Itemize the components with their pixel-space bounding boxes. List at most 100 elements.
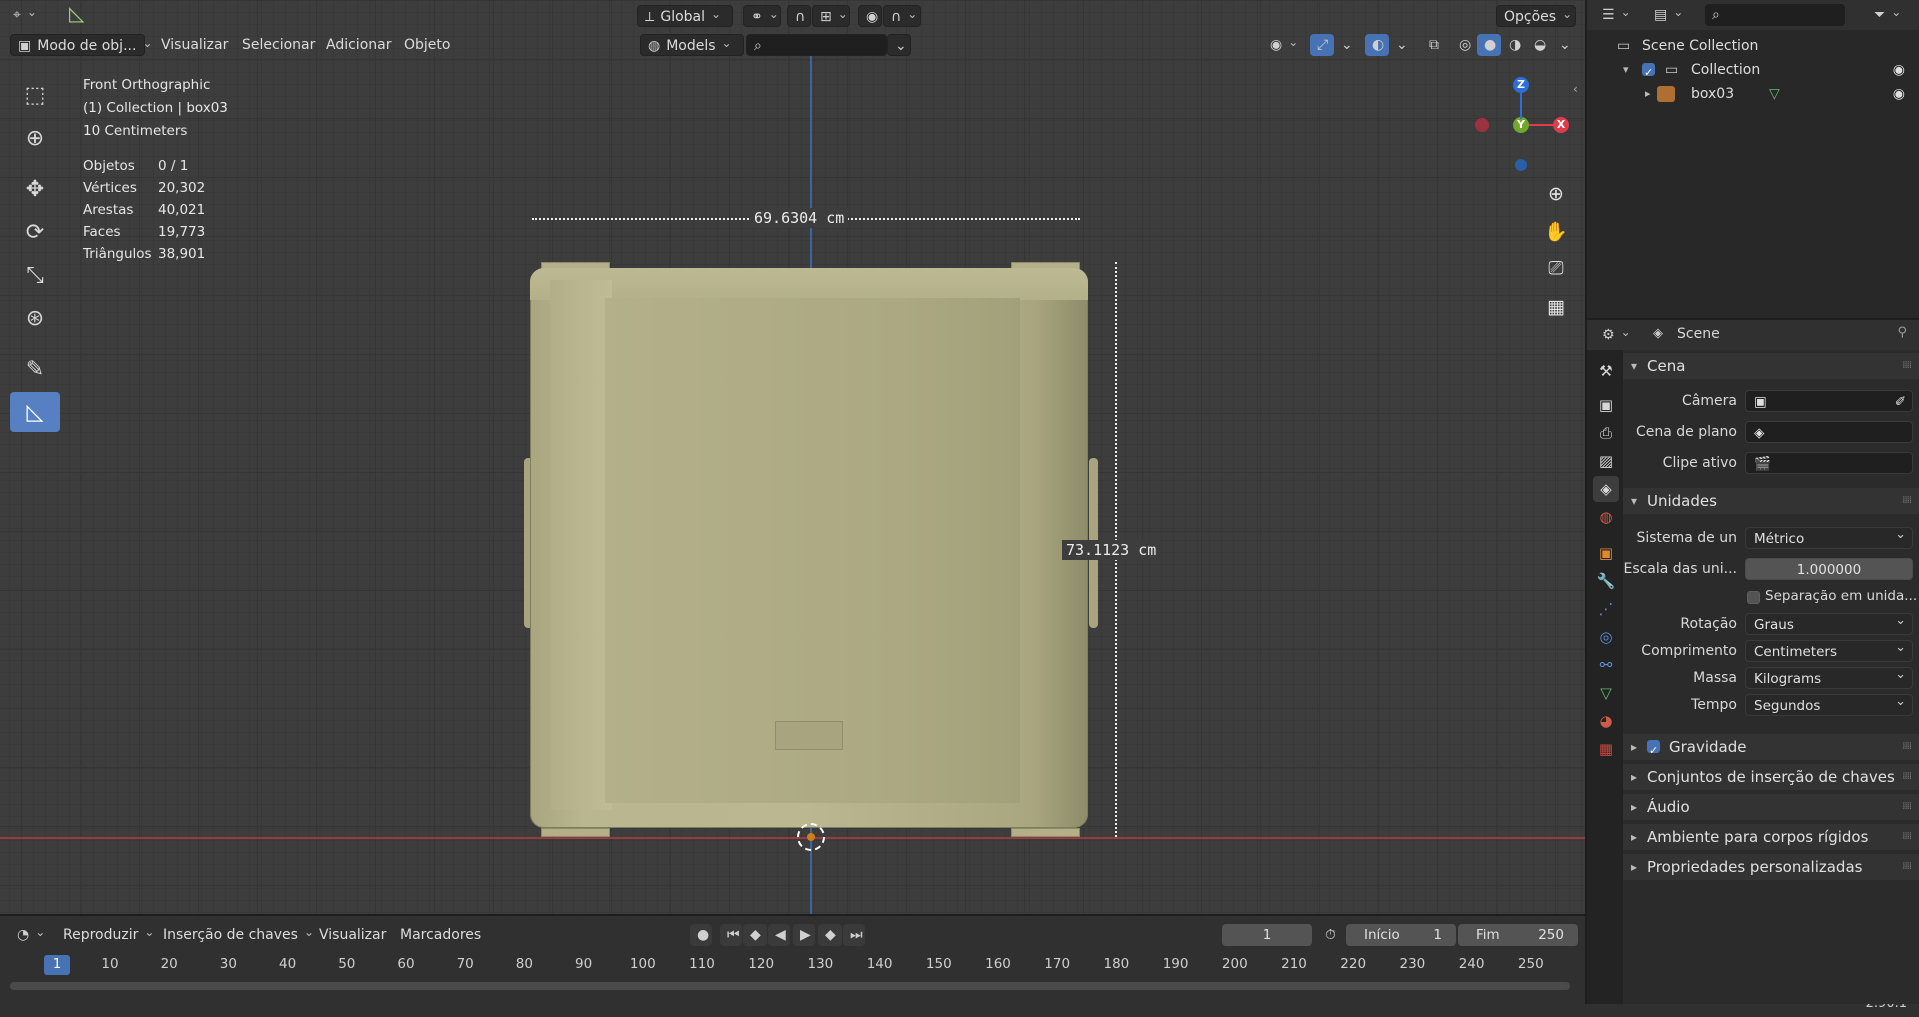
length-dropdown[interactable]: Centimeters [1745,637,1913,662]
display-mode-dropdown[interactable]: ▤ [1647,4,1690,26]
gizmo-toggle[interactable]: ⤢ [1310,34,1334,56]
transform-orientation-dropdown[interactable]: ⟂ Global [637,5,733,27]
expand-icon[interactable]: ▾ [1623,58,1629,82]
cursor-tool[interactable]: ⊕ [10,118,60,158]
menu-marcadores[interactable]: Marcadores [393,924,488,946]
drag-handle-icon[interactable]: ⁞⁞⁞⁞ [1902,794,1912,820]
mass-dropdown[interactable]: Kilograms [1745,664,1913,689]
ortho-toggle-button[interactable]: ▦ [1540,291,1572,323]
gizmo-x-axis[interactable]: X [1553,117,1569,133]
tab-view-layer[interactable]: ▨ [1593,448,1619,474]
collection-selector[interactable]: ◍ Models [640,34,744,56]
menu-reproduzir[interactable]: Reproduzir [56,924,161,946]
tab-constraints[interactable]: ⚯ [1593,652,1619,678]
shading-dropdown[interactable]: ⌄ [1552,34,1572,56]
tab-scene[interactable]: ◈ [1593,476,1619,502]
tab-material[interactable]: ◕ [1593,708,1619,734]
unit-system-dropdown[interactable]: Métrico [1745,524,1913,549]
camera-view-button[interactable]: ⎚ [1540,252,1572,284]
move-tool[interactable]: ✥ [10,169,60,209]
tab-output[interactable]: ⎙ [1593,420,1619,446]
rotate-tool[interactable]: ⟳ [10,212,60,252]
camera-field[interactable]: ▣ ✐ [1745,390,1913,412]
outliner-search-input[interactable]: ⌕ [1705,4,1845,26]
snap-toggle[interactable]: ∩ [787,5,811,27]
panel-audio-header[interactable]: Áudio ⁞⁞⁞⁞ [1623,794,1919,820]
scale-tool[interactable]: ⤡ [10,255,60,295]
pan-button[interactable]: ✋ [1540,215,1572,247]
tab-tool[interactable]: ⚒ [1593,358,1619,384]
menu-insercao-de-chaves[interactable]: Inserção de chaves [156,924,321,946]
tab-texture[interactable]: ▦ [1593,736,1619,762]
shading-wireframe[interactable]: ◎ [1452,34,1476,56]
select-box-tool[interactable]: ⬚ [10,75,60,115]
drag-handle-icon[interactable]: ⁞⁞⁞⁞ [1902,764,1912,790]
active-clip-field[interactable]: 🎬 [1745,452,1913,474]
editor-type-button[interactable]: ⌖ [6,4,44,26]
separate-units-checkbox[interactable] [1747,591,1760,604]
gravity-checkbox[interactable] [1647,738,1660,764]
rotation-dropdown[interactable]: Graus [1745,610,1913,635]
panel-gravidade-header[interactable]: Gravidade ⁞⁞⁞⁞ [1623,734,1919,764]
drag-handle-icon[interactable]: ⁞⁞⁞⁞ [1902,854,1912,880]
transform-tool[interactable]: ⊛ [10,298,60,338]
annotate-tool[interactable]: ✎ [10,349,60,389]
next-keyframe-button[interactable]: ◆ [818,924,842,946]
gizmo-dropdown[interactable]: ⌄ [1334,34,1353,56]
outliner-filter-dropdown[interactable]: ⏷ [1867,4,1908,26]
shading-solid[interactable]: ● [1477,34,1501,56]
measure-tool[interactable]: ◺ [10,392,60,432]
falloff-dropdown[interactable]: ∩ [883,5,921,27]
menu-timeline-visualizar[interactable]: Visualizar [312,924,393,946]
tab-modifiers[interactable]: 🔧 [1593,568,1619,594]
shading-material[interactable]: ◑ [1502,34,1526,56]
start-frame-field[interactable]: Início 1 [1346,924,1456,946]
gizmo-neg-z-axis[interactable] [1515,159,1527,171]
expand-icon[interactable]: ▸ [1645,82,1651,106]
drag-handle-icon[interactable]: ⁞⁞⁞⁞ [1902,353,1912,379]
menu-visualizar[interactable]: Visualizar [154,34,235,56]
play-button[interactable]: ▶ [793,924,815,946]
collection-checkbox[interactable] [1642,61,1655,85]
tab-data[interactable]: ▽ [1593,680,1619,706]
eyedropper-icon[interactable]: ✐ [1895,391,1906,413]
mode-dropdown[interactable]: ▣ Modo de obj... [10,34,145,56]
filter-dropdown-button[interactable]: ⌄ [887,34,911,56]
3d-cursor[interactable] [797,823,825,851]
menu-objeto[interactable]: Objeto [397,34,457,56]
properties-editor-type-button[interactable]: ⚙ [1595,324,1638,346]
tab-object[interactable]: ▣ [1593,540,1619,566]
gizmo-z-axis[interactable]: Z [1513,77,1529,93]
timeline-editor-type-button[interactable]: ◔ [10,924,52,946]
panel-cena-header[interactable]: Cena ⁞⁞⁞⁞ [1623,353,1919,379]
pivot-point-dropdown[interactable]: ⚭ [743,5,781,27]
current-frame-marker[interactable]: 1 [44,955,70,975]
tab-render[interactable]: ▣ [1593,392,1619,418]
current-frame-field[interactable]: 1 [1222,924,1312,946]
mesh-data-icon[interactable]: ▽ [1769,82,1780,106]
menu-adicionar[interactable]: Adicionar [319,34,398,56]
gizmo-y-axis[interactable]: Y [1513,117,1529,133]
eye-icon[interactable]: ◉ [1893,82,1905,106]
pin-icon[interactable]: ⚲ [1897,325,1907,340]
shading-rendered[interactable]: ◒ [1527,34,1551,56]
sidebar-toggle-icon[interactable]: ‹ [1573,82,1578,96]
drag-handle-icon[interactable]: ⁞⁞⁞⁞ [1902,734,1912,760]
menu-selecionar[interactable]: Selecionar [235,34,322,56]
overlays-dropdown[interactable]: ⌄ [1389,34,1408,56]
tab-particles[interactable]: ⋰ [1593,596,1619,622]
outliner-row-box03[interactable]: ▸ box03 ▽ ◉ [1587,82,1919,106]
outliner-row-scene-collection[interactable]: ▭ Scene Collection [1587,34,1919,58]
drag-handle-icon[interactable]: ⁞⁞⁞⁞ [1902,488,1912,514]
panel-unidades-header[interactable]: Unidades ⁞⁞⁞⁞ [1623,488,1919,514]
unit-scale-field[interactable]: 1.000000 [1745,558,1913,580]
outliner-editor-type-button[interactable]: ☰ [1595,4,1638,26]
eye-icon[interactable]: ◉ [1893,58,1905,82]
frame-ruler[interactable]: 1 10 20 30 40 50 60 70 80 90 100 110 120 130 140 150 16… [0,954,1585,978]
box03-model[interactable] [530,268,1088,828]
outliner-row-collection[interactable]: ▾ ▭ Collection ◉ [1587,58,1919,85]
prev-keyframe-button[interactable]: ◆ [743,924,767,946]
background-scene-field[interactable]: ◈ [1745,421,1913,443]
options-dropdown[interactable]: Opções [1496,5,1576,27]
jump-end-button[interactable]: ⏭ [843,924,865,946]
